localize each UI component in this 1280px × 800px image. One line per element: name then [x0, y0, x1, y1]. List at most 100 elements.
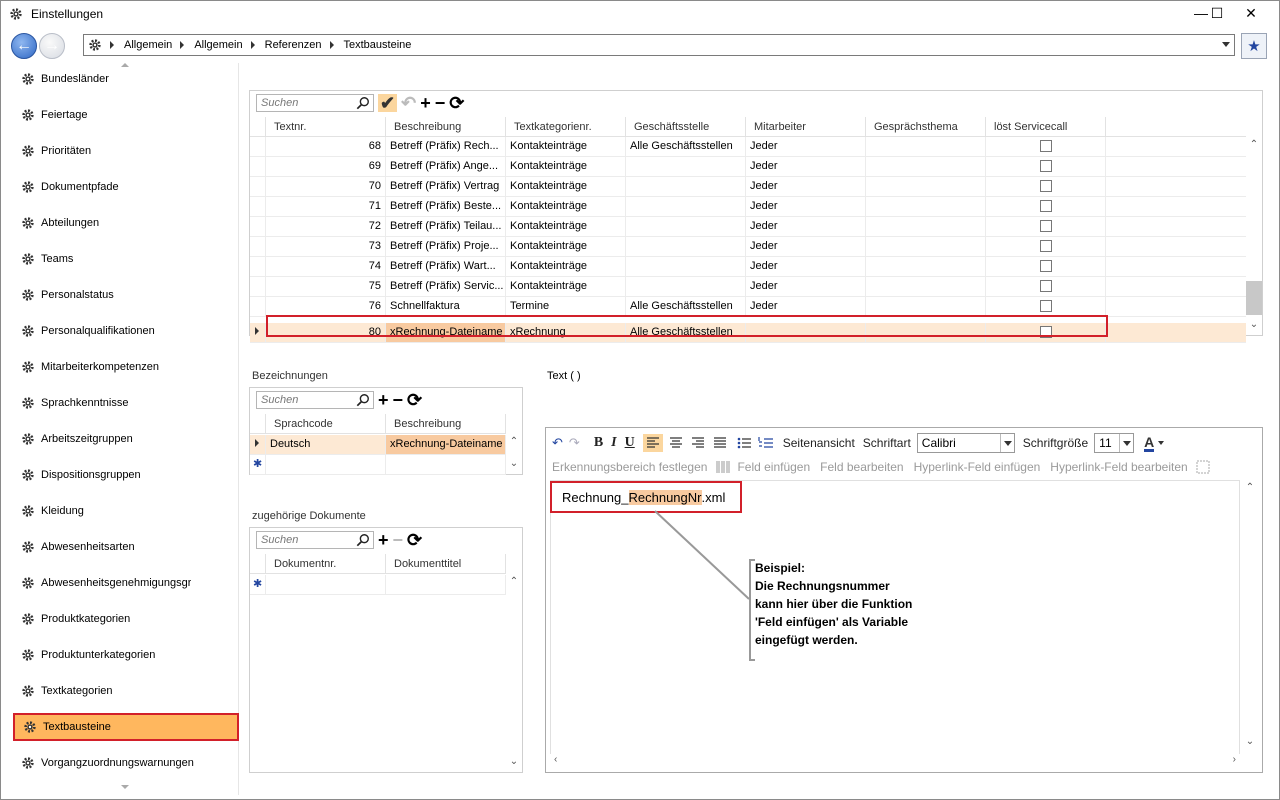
- bold-button[interactable]: B: [594, 435, 603, 451]
- barcode-icon[interactable]: [715, 460, 731, 474]
- chevron-down-icon[interactable]: [1222, 42, 1230, 47]
- table-cell[interactable]: Jeder: [746, 157, 866, 176]
- scroll-up-icon[interactable]: ⌃: [509, 577, 519, 587]
- scroll-down-icon[interactable]: [121, 785, 129, 789]
- table-cell[interactable]: [386, 455, 506, 474]
- breadcrumb[interactable]: Allgemein Allgemein Referenzen Textbaust…: [83, 34, 1235, 56]
- table-cell[interactable]: xRechnung: [506, 323, 626, 342]
- table-cell[interactable]: [866, 197, 986, 216]
- search-icon[interactable]: [356, 393, 370, 407]
- sidebar-item[interactable]: Textbausteine: [13, 713, 239, 741]
- table-cell[interactable]: Jeder: [746, 217, 866, 236]
- undo-icon[interactable]: ↶: [552, 435, 563, 451]
- search-input[interactable]: Suchen: [256, 94, 374, 112]
- breadcrumb-item[interactable]: Referenzen: [265, 39, 322, 51]
- column-header[interactable]: Gesprächsthema: [866, 117, 986, 137]
- table-cell[interactable]: Kontakteinträge: [506, 217, 626, 236]
- servicecall-checkbox[interactable]: [1040, 160, 1052, 173]
- table-cell[interactable]: 68: [266, 137, 386, 156]
- field-variable[interactable]: RechnungNr: [628, 489, 702, 505]
- sidebar-item[interactable]: Teams: [13, 245, 239, 273]
- bullet-list-icon[interactable]: [735, 434, 753, 452]
- table-row[interactable]: 80 xRechnung-Dateiname xRechnung Alle Gesch…: [250, 323, 1246, 343]
- table-cell[interactable]: 75: [266, 277, 386, 296]
- save-button[interactable]: ✔: [378, 94, 398, 112]
- table-cell[interactable]: [626, 237, 746, 256]
- servicecall-checkbox[interactable]: [1040, 200, 1052, 213]
- scroll-up-icon[interactable]: ⌃: [509, 437, 519, 447]
- insert-field-button[interactable]: Feld einfügen: [737, 460, 810, 474]
- table-cell[interactable]: xRechnung-Dateiname: [386, 323, 506, 342]
- sidebar-item[interactable]: Prioritäten: [13, 137, 239, 165]
- table-cell[interactable]: [626, 197, 746, 216]
- column-header[interactable]: Sprachcode: [266, 414, 386, 434]
- add-button[interactable]: +: [378, 531, 389, 549]
- search-input[interactable]: Suchen: [256, 391, 374, 409]
- table-cell[interactable]: [866, 157, 986, 176]
- sidebar-item[interactable]: Dispositionsgruppen: [13, 461, 239, 489]
- table-cell[interactable]: Jeder: [746, 277, 866, 296]
- vertical-scrollbar[interactable]: ⌃ ⌄: [1242, 480, 1258, 750]
- refresh-button[interactable]: ⟳: [449, 94, 464, 112]
- maximize-button[interactable]: ☐: [1203, 3, 1231, 23]
- back-button[interactable]: ←: [11, 33, 37, 59]
- scroll-left-icon[interactable]: ‹: [554, 754, 557, 765]
- table-cell[interactable]: Alle Geschäftsstellen: [626, 297, 746, 316]
- forward-button[interactable]: →: [39, 33, 65, 59]
- table-cell[interactable]: Betreff (Präfix) Vertrag: [386, 177, 506, 196]
- refresh-button[interactable]: ⟳: [407, 391, 422, 409]
- table-cell[interactable]: [746, 323, 866, 342]
- sidebar-item[interactable]: Abwesenheitsarten: [13, 533, 239, 561]
- table-cell[interactable]: [626, 157, 746, 176]
- remove-button[interactable]: −: [393, 531, 404, 549]
- horizontal-scrollbar[interactable]: ‹ ›: [550, 754, 1240, 768]
- table-cell[interactable]: [266, 575, 386, 594]
- table-cell[interactable]: Schnellfaktura: [386, 297, 506, 316]
- table-cell[interactable]: 73: [266, 237, 386, 256]
- column-header[interactable]: Beschreibung: [386, 117, 506, 137]
- table-cell[interactable]: Betreff (Präfix) Teilau...: [386, 217, 506, 236]
- table-cell[interactable]: Jeder: [746, 177, 866, 196]
- table-cell[interactable]: [626, 217, 746, 236]
- table-cell[interactable]: Jeder: [746, 197, 866, 216]
- font-color-button[interactable]: A: [1144, 435, 1155, 452]
- table-cell[interactable]: [866, 137, 986, 156]
- refresh-button[interactable]: ⟳: [407, 531, 422, 549]
- table-cell[interactable]: 70: [266, 177, 386, 196]
- numbered-list-icon[interactable]: [757, 434, 775, 452]
- table-cell[interactable]: Jeder: [746, 297, 866, 316]
- scroll-right-icon[interactable]: ›: [1233, 754, 1236, 765]
- search-input[interactable]: Suchen: [256, 531, 374, 549]
- remove-button[interactable]: −: [435, 94, 446, 112]
- undo-button[interactable]: ↶: [401, 94, 416, 112]
- sidebar-item[interactable]: Personalqualifikationen: [13, 317, 239, 345]
- table-cell[interactable]: Alle Geschäftsstellen: [626, 323, 746, 342]
- table-cell[interactable]: [866, 237, 986, 256]
- table-row[interactable]: Deutsch xRechnung-Dateiname: [250, 435, 506, 455]
- column-header[interactable]: Textkategorienr.: [506, 117, 626, 137]
- align-justify-icon[interactable]: [711, 434, 729, 452]
- servicecall-checkbox[interactable]: [1040, 260, 1052, 273]
- scroll-up-icon[interactable]: ⌃: [1245, 483, 1255, 493]
- remove-button[interactable]: −: [393, 391, 404, 409]
- sidebar-item[interactable]: Sprachkenntnisse: [13, 389, 239, 417]
- table-cell[interactable]: Kontakteinträge: [506, 257, 626, 276]
- search-icon[interactable]: [356, 96, 370, 110]
- servicecall-checkbox[interactable]: [1040, 180, 1052, 193]
- table-cell[interactable]: [626, 277, 746, 296]
- add-button[interactable]: +: [378, 391, 389, 409]
- table-cell[interactable]: 80: [266, 323, 386, 342]
- table-cell[interactable]: [866, 297, 986, 316]
- edit-hyperlink-field-button[interactable]: Hyperlink-Feld bearbeiten: [1050, 460, 1187, 474]
- recognition-area-button[interactable]: Erkennungsbereich festlegen: [552, 460, 707, 474]
- table-cell[interactable]: Betreff (Präfix) Rech...: [386, 137, 506, 156]
- vertical-scrollbar[interactable]: ⌃ ⌄: [506, 434, 522, 474]
- column-header[interactable]: Dokumenttitel: [386, 554, 506, 574]
- table-cell[interactable]: Deutsch: [266, 435, 386, 454]
- table-row[interactable]: 68 Betreff (Präfix) Rech... Kontakteinträg…: [250, 137, 1246, 157]
- sidebar-item[interactable]: Abwesenheitsgenehmigungsgr: [13, 569, 239, 597]
- table-cell[interactable]: 72: [266, 217, 386, 236]
- table-cell[interactable]: xRechnung-Dateiname: [386, 435, 506, 454]
- vertical-scrollbar[interactable]: ⌃ ⌄: [506, 574, 522, 772]
- servicecall-checkbox[interactable]: [1040, 140, 1052, 153]
